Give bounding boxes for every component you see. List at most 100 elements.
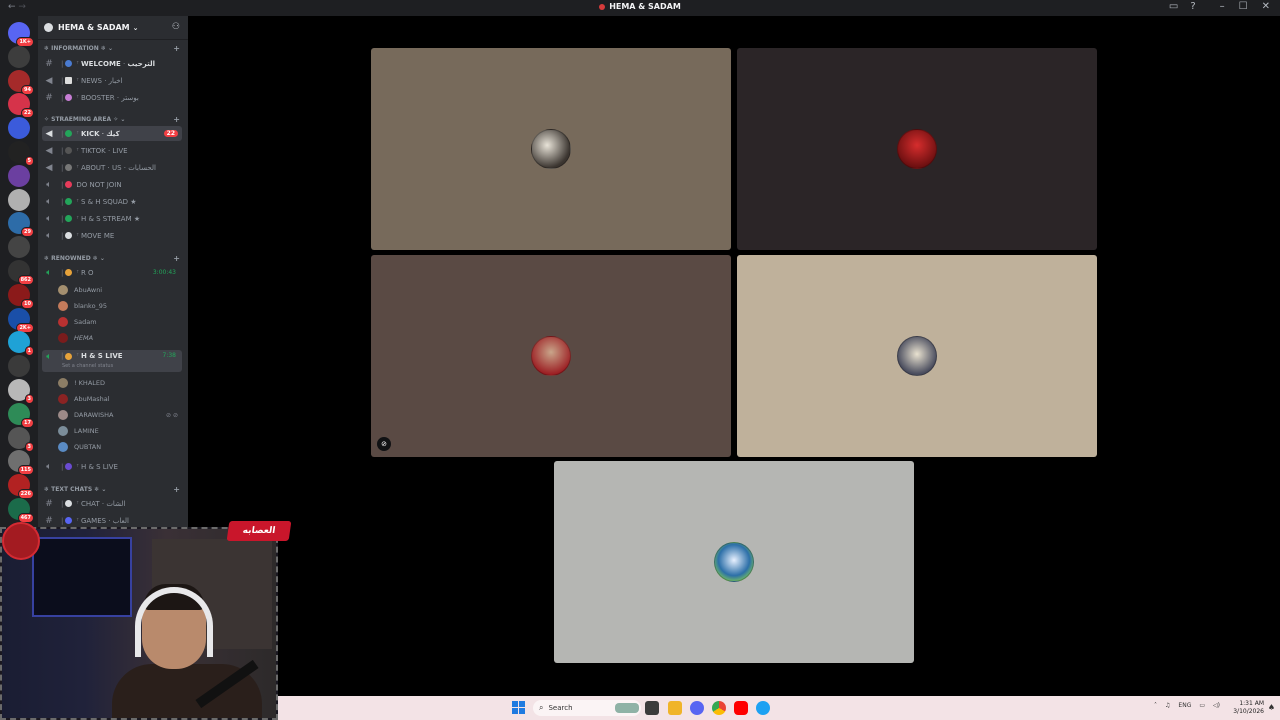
voice-member[interactable]: blanko_95 bbox=[58, 299, 178, 313]
inbox-icon[interactable]: ▭ bbox=[1169, 1, 1178, 12]
minimize-button[interactable]: – bbox=[1220, 1, 1225, 12]
emoji-icon bbox=[65, 463, 73, 470]
folder-icon[interactable] bbox=[668, 701, 682, 715]
notification-icon[interactable]: ♠ bbox=[1268, 703, 1275, 712]
voice-member[interactable]: AbuAwni bbox=[58, 283, 178, 297]
channel-news[interactable]: ◀ | ꜛ NEWS · اخبار bbox=[42, 73, 182, 88]
invite-icon[interactable]: ⚇ bbox=[172, 22, 180, 32]
windows-start-icon[interactable] bbox=[512, 701, 525, 714]
hash-icon: # bbox=[45, 92, 53, 103]
server-icon[interactable]: 862 bbox=[8, 260, 34, 285]
maximize-button[interactable]: ☐ bbox=[1239, 1, 1248, 12]
server-icon[interactable] bbox=[8, 236, 30, 259]
clock[interactable]: 1:31 AM 3/10/2026 bbox=[1233, 700, 1264, 716]
language-indicator[interactable]: ENG bbox=[1178, 702, 1191, 709]
server-icon[interactable]: 226 bbox=[8, 474, 34, 500]
channel-hs-live[interactable]: 🔈︎ | ꜛ H & S LIVE 7:38 Set a channel status bbox=[42, 350, 182, 372]
avatar bbox=[58, 317, 68, 327]
stream-logo: العصابه bbox=[226, 521, 292, 541]
voice-member[interactable]: AbuMashal bbox=[58, 392, 178, 406]
discord-icon[interactable] bbox=[690, 701, 704, 715]
channel-kick[interactable]: ◀ | ꜛ KICK · كيك 22 bbox=[42, 126, 182, 141]
category-renowned[interactable]: ❄ RENOWNED ❄ ⌄ + bbox=[44, 254, 180, 263]
window-title: HEMA & SADAM bbox=[0, 2, 1280, 11]
unread-badge: 5 bbox=[24, 156, 34, 166]
server-icon[interactable]: 22 bbox=[8, 93, 34, 119]
voice-member[interactable]: LAMINE bbox=[58, 424, 178, 438]
app-icon[interactable] bbox=[756, 701, 770, 715]
server-icon[interactable]: 1K+ bbox=[8, 22, 34, 47]
channel-stream[interactable]: 🔈︎ | ꜛ H & S STREAM ★ bbox=[42, 211, 182, 226]
category-streaming[interactable]: ✧ STRAEMING AREA ✧ ⌄ + bbox=[44, 115, 180, 124]
server-icon[interactable]: 10 bbox=[8, 283, 34, 309]
add-channel-icon[interactable]: + bbox=[173, 44, 180, 53]
channel-squad[interactable]: 🔈︎ | ꜛ S & H SQUAD ★ bbox=[42, 194, 182, 209]
channel-about[interactable]: ◀ | ꜛ ABOUT · US · الحسابات bbox=[42, 160, 182, 175]
speaker-icon: 🔈︎ bbox=[46, 267, 52, 278]
server-icon[interactable] bbox=[8, 45, 30, 68]
channel-booster[interactable]: # | ꜛ BOOSTER · بوستر bbox=[42, 90, 182, 105]
category-text-chats[interactable]: ❄ TEXT CHATS ❄ ⌄ + bbox=[44, 485, 180, 494]
channel-ro[interactable]: 🔈︎ | ꜛ R O 3:00:43 bbox=[42, 265, 182, 280]
voice-member[interactable]: Sadam bbox=[58, 315, 178, 329]
participant-tile[interactable] bbox=[737, 255, 1097, 457]
channel-welcome[interactable]: # | ꜛ WELCOME · الترحيب bbox=[42, 56, 182, 71]
unread-badge: 3 bbox=[24, 394, 34, 404]
server-icon[interactable]: 94 bbox=[8, 69, 34, 95]
server-icon[interactable] bbox=[8, 355, 30, 378]
server-icon[interactable] bbox=[8, 164, 30, 187]
channel-chat[interactable]: # | ꜛ CHAT · الشات bbox=[42, 496, 182, 511]
server-icon[interactable]: 2K+ bbox=[8, 307, 34, 333]
avatar bbox=[58, 333, 68, 343]
participant-tile[interactable] bbox=[737, 48, 1097, 250]
channel-games[interactable]: # | ꜛ GAMES · العاب bbox=[42, 513, 182, 528]
terminal-icon[interactable] bbox=[645, 701, 659, 715]
avatar bbox=[58, 378, 68, 388]
channel-hs-live-2[interactable]: 🔈︎ | ꜛ H & S LIVE bbox=[42, 459, 182, 474]
voice-member[interactable]: HEMA bbox=[58, 331, 178, 345]
voice-member[interactable]: QUBTAN bbox=[58, 440, 178, 454]
volume-icon[interactable]: ◁) bbox=[1213, 702, 1220, 709]
participant-tile[interactable] bbox=[371, 48, 731, 250]
server-icon[interactable]: 115 bbox=[8, 450, 34, 476]
channel-status-input[interactable]: Set a channel status bbox=[62, 363, 113, 369]
guild-header[interactable]: HEMA & SADAM ⌄ ⚇ bbox=[38, 16, 188, 40]
crown-icon bbox=[65, 269, 73, 276]
muted-icon: ⊘ bbox=[377, 437, 391, 451]
emoji-icon bbox=[65, 60, 73, 67]
channel-move-me[interactable]: 🔈︎ | ꜛ MOVE ME bbox=[42, 228, 182, 243]
emoji-icon bbox=[65, 94, 73, 101]
close-button[interactable]: ✕ bbox=[1262, 1, 1270, 12]
voice-member[interactable]: ! KHALED bbox=[58, 376, 178, 390]
category-information[interactable]: ❄ INFORMATION ❄ ⌄ + bbox=[44, 44, 180, 53]
server-icon[interactable]: 29 bbox=[8, 212, 34, 238]
channel-tiktok[interactable]: ◀ | ꜛ TIKTOK · LIVE bbox=[42, 143, 182, 158]
server-icon[interactable]: 3 bbox=[8, 426, 34, 452]
server-icon[interactable]: 1 bbox=[8, 331, 34, 357]
unread-badge: 1 bbox=[24, 346, 34, 357]
participant-tile[interactable] bbox=[554, 461, 914, 663]
network-icon[interactable]: ▭ bbox=[1199, 702, 1205, 709]
server-dot-icon bbox=[599, 3, 606, 10]
youtube-icon[interactable] bbox=[734, 701, 748, 715]
add-channel-icon[interactable]: + bbox=[173, 115, 180, 124]
chevron-up-icon[interactable]: ˄ bbox=[1154, 702, 1157, 709]
add-channel-icon[interactable]: + bbox=[173, 485, 180, 494]
voice-member[interactable]: DARAWISHA ⊘ ⊘ bbox=[58, 408, 178, 422]
server-icon[interactable] bbox=[8, 188, 30, 211]
help-icon[interactable]: ? bbox=[1190, 1, 1195, 12]
server-icon[interactable]: 5 bbox=[8, 141, 34, 166]
chrome-icon[interactable] bbox=[712, 701, 726, 715]
channel-do-not-join[interactable]: 🔈︎ | DO NOT JOIN bbox=[42, 177, 182, 192]
participant-tile[interactable]: ⊘ bbox=[371, 255, 731, 457]
widget-icon[interactable] bbox=[615, 703, 639, 713]
add-channel-icon[interactable]: + bbox=[173, 254, 180, 263]
mic-icon[interactable]: ♫ bbox=[1165, 702, 1170, 709]
mention-badge: 22 bbox=[163, 130, 178, 137]
server-icon[interactable]: 17 bbox=[8, 402, 34, 428]
server-icon[interactable]: 3 bbox=[8, 379, 34, 404]
server-icon[interactable] bbox=[8, 117, 30, 140]
server-icon[interactable]: 467 bbox=[8, 498, 34, 523]
megaphone-icon: ◀ bbox=[45, 145, 53, 156]
unread-badge: 10 bbox=[21, 298, 34, 309]
